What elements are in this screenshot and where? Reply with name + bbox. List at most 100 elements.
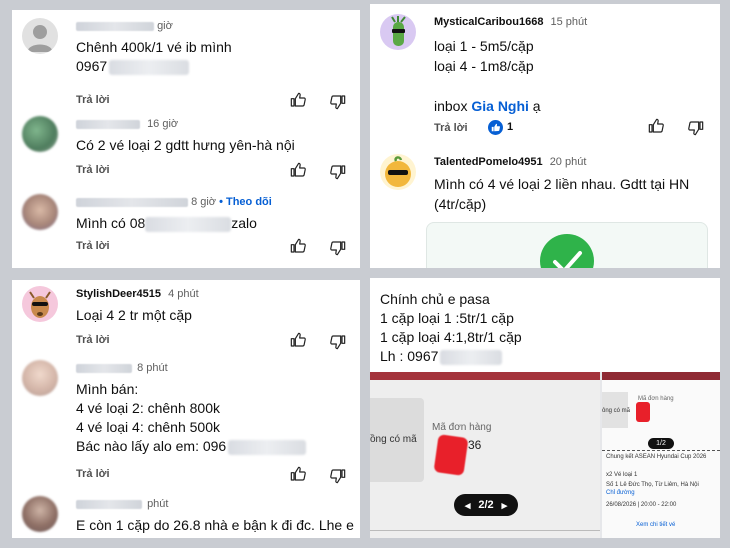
prev-arrow-icon[interactable]: ◂ [465,499,471,512]
comment-line: inbox Gia Nghi ạ [434,96,541,116]
comment-line: Chênh 400k/1 vé ib mình [76,39,232,55]
thumbs-down-icon[interactable] [688,120,704,136]
next-arrow-icon[interactable]: ▸ [502,499,508,512]
thumbs-down-icon[interactable] [330,94,346,110]
blurred-avatar [22,116,58,152]
blurred-phone [109,59,190,75]
comment-line: 4 vé loại 2: chênh 800k [76,400,220,416]
comment-text: E còn 1 cặp do 26.8 nhà e bận k đi đc. L… [76,517,354,533]
header-strip [370,372,600,380]
thumbs-up-icon[interactable] [290,238,306,254]
order-label: Mã đơn hàng [432,422,492,433]
divider [602,450,720,451]
mention-link[interactable]: Gia Nghi [471,98,529,114]
reply-button[interactable]: Trả lời [434,122,468,134]
pager-label: 1/2 [656,440,666,447]
thumbs-up-icon[interactable] [290,466,306,482]
comment-line: Mình có 4 vé loại 2 liền nhau. Gdtt tại … [434,176,690,192]
ticket-screenshot-left: ồng có mã Mã đơn hàng 36 ◂ 2/2 ▸ [370,372,600,538]
comment-text: Mình có 08 zalo [76,214,257,233]
message-line: 1 cặp loại 4:1,8tr/1 cặp [380,329,522,345]
like-filled-icon [488,120,503,135]
blurred-phone [440,349,503,365]
comment-text-part: Mình có 08 [76,215,146,231]
default-avatar-icon [22,18,58,54]
message-text-part: Lh : 0967 [380,348,439,364]
red-scribble [636,402,650,422]
reply-button[interactable]: Trả lời [76,240,110,252]
username[interactable]: StylishDeer4515 [76,288,161,300]
comment-meta: 8 phút [76,362,168,374]
thumbs-down-icon[interactable] [330,240,346,256]
comment-meta: TalentedPomelo4951 20 phút [434,156,586,168]
comment-time: 16 giờ [147,118,179,130]
phone-prefix: 0967 [76,58,108,74]
deer-avatar [22,286,58,322]
comment-text: Chênh 400k/1 vé ib mình 0967 [76,38,232,76]
comment-time: 8 phút [137,362,168,374]
thumbs-up-icon[interactable] [290,92,306,108]
comment-time: giờ [157,20,173,32]
thumbs-down-icon[interactable] [330,164,346,180]
comment-time: 15 phút [550,16,588,28]
blurred-username [76,197,188,207]
comment-item: 8 giờ • Theo dõi Mình có 08 zalo Trả lời [22,194,352,264]
blurred-username [76,21,154,31]
comment-item: 16 giờ Có 2 vé loại 2 gdtt hưng yên-hà n… [22,116,352,182]
thumbs-up-icon[interactable] [290,162,306,178]
thumbs-down-icon[interactable] [330,468,346,484]
thumbs-up-icon[interactable] [648,118,664,134]
comment-text: Mình bán: 4 vé loại 2: chênh 800k 4 vé l… [76,380,307,456]
order-value: 36 [468,438,482,452]
card: ồng có mã [370,398,424,482]
comment-panel-top-right: MysticalCaribou1668 15 phút loại 1 - 5m5… [370,4,720,268]
blurred-username [76,119,140,129]
comment-meta: phút [76,498,168,510]
comment-time: 20 phút [549,156,587,168]
blurred-username [76,363,132,373]
directions-link[interactable]: Chỉ đường [606,490,635,496]
event-title: Chung kết ASEAN Hyundai Cup 2026 [606,454,707,460]
pager[interactable]: 1/2 [648,438,674,449]
blurred-avatar [22,194,58,230]
follow-link[interactable]: • Theo dõi [219,196,272,208]
comment-item: StylishDeer4515 4 phút Loại 4 2 tr một c… [22,286,352,352]
comment-item: phút E còn 1 cặp do 26.8 nhà e bận k đi … [22,496,354,536]
reply-button[interactable]: Trả lời [76,164,110,176]
comment-line: 0967 [76,57,232,76]
reply-button[interactable]: Trả lời [76,94,110,106]
thumbs-up-icon[interactable] [290,332,306,348]
message-text: Chính chủ e pasa 1 cặp loại 1 :5tr/1 cặp… [380,290,522,366]
comment-text: Loại 4 2 tr một cặp [76,307,192,323]
comment-text-part: inbox [434,98,472,114]
comment-line: 4 vé loại 4: chênh 500k [76,419,220,435]
comment-time: phút [147,498,169,510]
pomelo-avatar [380,154,416,190]
comment-panel-bottom-left: StylishDeer4515 4 phút Loại 4 2 tr một c… [12,280,360,538]
message-panel-bottom-right: Chính chủ e pasa 1 cặp loại 1 :5tr/1 cặp… [370,278,720,538]
comment-panel-top-left: giờ Chênh 400k/1 vé ib mình 0967 Trả lời… [12,10,360,268]
message-line: 1 cặp loại 1 :5tr/1 cặp [380,310,514,326]
blurred-avatar [22,360,58,396]
venue-address: Số 1 Lê Đức Thọ, Từ Liêm, Hà Nội [606,482,699,488]
header-strip [602,372,720,380]
ticket-screenshot-right: ông có mã Mã đơn hàng 1/2 Chung kết ASEA… [602,372,720,538]
reply-button[interactable]: Trả lời [76,468,110,480]
reply-button[interactable]: Trả lời [76,334,110,346]
blurred-avatar [22,496,58,532]
username[interactable]: MysticalCaribou1668 [434,16,543,28]
cucumber-avatar [380,14,416,50]
username[interactable]: TalentedPomelo4951 [434,156,543,168]
comment-line: loại 1 - 5m5/cặp [434,38,534,54]
attached-screenshot[interactable]: ồng có mã Mã đơn hàng 36 ◂ 2/2 ▸ ông có mã… [370,372,720,538]
attached-image[interactable] [426,222,708,268]
comment-text: loại 1 - 5m5/cặp loại 4 - 1m8/cặp inbox … [434,36,541,116]
pager[interactable]: ◂ 2/2 ▸ [454,494,518,516]
comment-time: 4 phút [168,288,199,300]
thumbs-down-icon[interactable] [330,334,346,350]
details-link[interactable]: Xem chi tiết vé [636,522,675,528]
card-label: ồng có mã [370,434,417,445]
comment-item: giờ Chênh 400k/1 vé ib mình 0967 Trả lời [22,18,352,110]
comment-text-part: zalo [231,215,257,231]
